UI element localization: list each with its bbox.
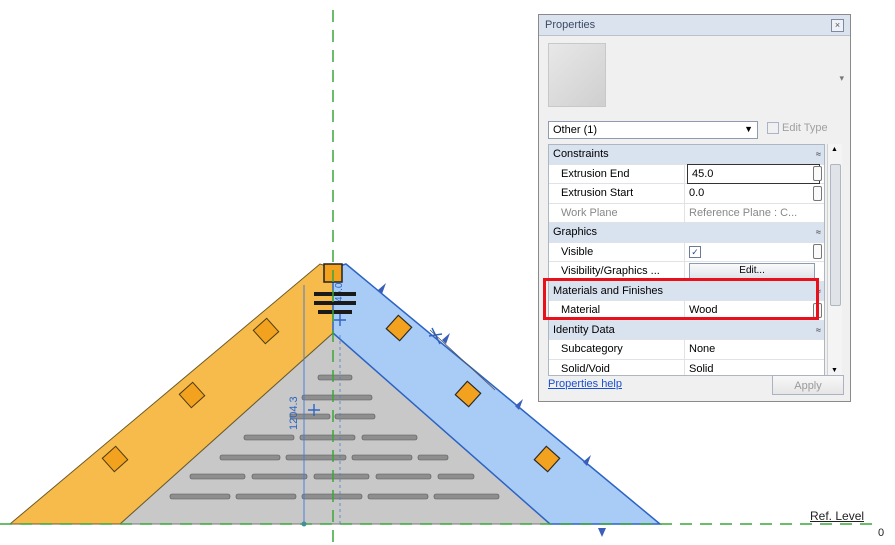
property-name: Subcategory bbox=[549, 340, 685, 359]
property-value[interactable]: Solid bbox=[685, 360, 824, 376]
group-materials[interactable]: Materials and Finishes ≈ bbox=[549, 281, 824, 301]
property-row[interactable]: Visible ✓ bbox=[549, 242, 824, 262]
collapse-icon[interactable]: ≈ bbox=[816, 227, 821, 237]
associate-parameter-button[interactable] bbox=[813, 166, 822, 182]
group-graphics[interactable]: Graphics ≈ bbox=[549, 223, 824, 243]
apply-button[interactable]: Apply bbox=[772, 375, 844, 395]
collapse-icon[interactable]: ≈ bbox=[816, 286, 821, 296]
type-preview-image bbox=[548, 43, 606, 107]
properties-help-link[interactable]: Properties help bbox=[548, 378, 622, 390]
dropdown-arrow-icon[interactable]: ▼ bbox=[744, 124, 753, 134]
group-label: Graphics bbox=[553, 226, 598, 239]
edit-type-label: Edit Type bbox=[782, 122, 828, 134]
group-label: Identity Data bbox=[553, 323, 615, 336]
property-name: Work Plane bbox=[549, 203, 685, 222]
type-selector-value: Other (1) bbox=[553, 124, 598, 136]
associate-parameter-button[interactable] bbox=[813, 185, 822, 201]
properties-titlebar[interactable]: Properties × bbox=[539, 15, 850, 36]
ref-level-value[interactable]: 0 bbox=[878, 527, 884, 539]
properties-grid: Constraints ≈ Extrusion End 45.0 Extrusion… bbox=[548, 144, 825, 376]
associate-parameter-button[interactable] bbox=[813, 302, 822, 318]
property-name: Visible bbox=[549, 242, 685, 261]
top-rafter-ticks bbox=[314, 292, 356, 314]
material-value[interactable]: Wood bbox=[685, 301, 824, 320]
visible-checkbox[interactable]: ✓ bbox=[689, 245, 701, 258]
property-name: Extrusion End bbox=[549, 164, 685, 183]
property-row[interactable]: Visibility/Graphics ... Edit... bbox=[549, 262, 824, 282]
scroll-down-icon[interactable]: ▼ bbox=[831, 367, 838, 374]
property-row[interactable]: Extrusion Start 0.0 bbox=[549, 184, 824, 204]
property-value[interactable]: 0.0 bbox=[685, 184, 824, 203]
property-name: Solid/Void bbox=[549, 359, 685, 375]
properties-palette: Properties × ▾ Other (1) ▼ Edit Type Con… bbox=[538, 14, 851, 402]
property-row[interactable]: Extrusion End 45.0 bbox=[549, 163, 824, 184]
scroll-up-icon[interactable]: ▲ bbox=[831, 146, 838, 153]
property-name: Visibility/Graphics ... bbox=[549, 262, 685, 281]
associate-parameter-button[interactable] bbox=[813, 244, 822, 260]
group-identity-data[interactable]: Identity Data ≈ bbox=[549, 320, 824, 340]
property-name: Material bbox=[549, 301, 685, 320]
close-icon[interactable]: × bbox=[831, 18, 844, 32]
property-row: Work Plane Reference Plane : C... bbox=[549, 203, 824, 223]
edit-type-icon bbox=[767, 122, 779, 134]
properties-scrollbar[interactable]: ▲ ▼ bbox=[827, 144, 842, 376]
chevron-down-icon[interactable]: ▾ bbox=[839, 73, 844, 84]
collapse-icon[interactable]: ≈ bbox=[816, 149, 821, 159]
property-value-input[interactable]: 45.0 bbox=[687, 163, 820, 184]
scroll-thumb[interactable] bbox=[830, 164, 841, 306]
edit-type-button[interactable]: Edit Type bbox=[767, 122, 828, 134]
group-label: Materials and Finishes bbox=[553, 284, 664, 297]
ref-level-name[interactable]: Ref. Level bbox=[810, 509, 864, 523]
group-label: Constraints bbox=[553, 148, 609, 161]
visibility-edit-button[interactable]: Edit... bbox=[689, 263, 816, 280]
property-value[interactable]: None bbox=[685, 340, 824, 359]
property-value: Reference Plane : C... bbox=[689, 206, 798, 219]
property-row[interactable]: Subcategory None bbox=[549, 340, 824, 360]
property-row[interactable]: Material Wood bbox=[549, 301, 824, 321]
height-dimension-text: 1204.3 bbox=[288, 396, 300, 430]
collapse-icon[interactable]: ≈ bbox=[816, 325, 821, 335]
properties-title: Properties bbox=[545, 19, 596, 31]
type-selector[interactable]: Other (1) ▼ bbox=[548, 121, 758, 139]
group-constraints[interactable]: Constraints ≈ bbox=[549, 145, 824, 165]
property-row[interactable]: Solid/Void Solid bbox=[549, 359, 824, 376]
property-name: Extrusion Start bbox=[549, 184, 685, 203]
